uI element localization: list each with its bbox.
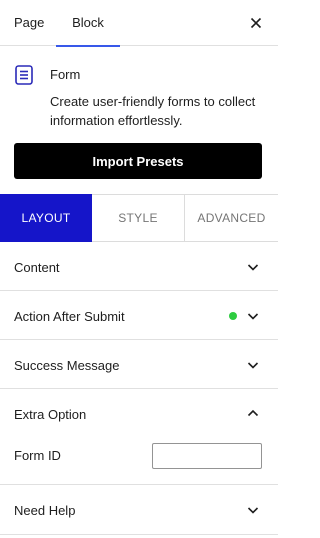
block-title: Form xyxy=(50,67,81,82)
chevron-down-icon xyxy=(247,507,259,514)
panel-title: Action After Submit xyxy=(14,309,125,324)
panel-need-help[interactable]: Need Help xyxy=(0,485,278,535)
tab-page[interactable]: Page xyxy=(14,0,44,46)
form-icon xyxy=(15,65,33,85)
panel-action-after-submit[interactable]: Action After Submit xyxy=(0,291,278,340)
panel-title[interactable]: Extra Option xyxy=(14,408,86,422)
block-card: Form Create user-friendly forms to colle… xyxy=(0,46,278,128)
form-id-input[interactable] xyxy=(152,443,262,469)
form-id-label: Form ID xyxy=(14,448,61,463)
panel-title: Success Message xyxy=(14,358,120,373)
chevron-up-icon[interactable] xyxy=(246,406,260,420)
import-presets-button[interactable]: Import Presets xyxy=(14,143,262,179)
block-description: Create user-friendly forms to collect in… xyxy=(50,94,256,128)
close-button[interactable] xyxy=(244,11,268,35)
panel-title: Content xyxy=(14,260,60,275)
tab-layout[interactable]: LAYOUT xyxy=(0,194,92,242)
panel-title: Need Help xyxy=(14,503,76,518)
sidebar-header: Page Block xyxy=(0,0,278,47)
tab-style[interactable]: STYLE xyxy=(92,194,185,242)
chevron-down-icon xyxy=(247,264,259,271)
chevron-down-icon xyxy=(247,313,259,320)
panel-extra-option: Extra Option xyxy=(0,389,278,485)
tab-advanced[interactable]: ADVANCED xyxy=(185,194,278,242)
form-settings-tabs: LAYOUT STYLE ADVANCED xyxy=(0,194,278,242)
close-icon xyxy=(250,17,262,29)
panel-content[interactable]: Content xyxy=(0,242,278,291)
panel-success-message[interactable]: Success Message xyxy=(0,340,278,389)
tab-block[interactable]: Block xyxy=(56,0,120,47)
status-dot xyxy=(229,312,237,320)
chevron-down-icon xyxy=(247,362,259,369)
